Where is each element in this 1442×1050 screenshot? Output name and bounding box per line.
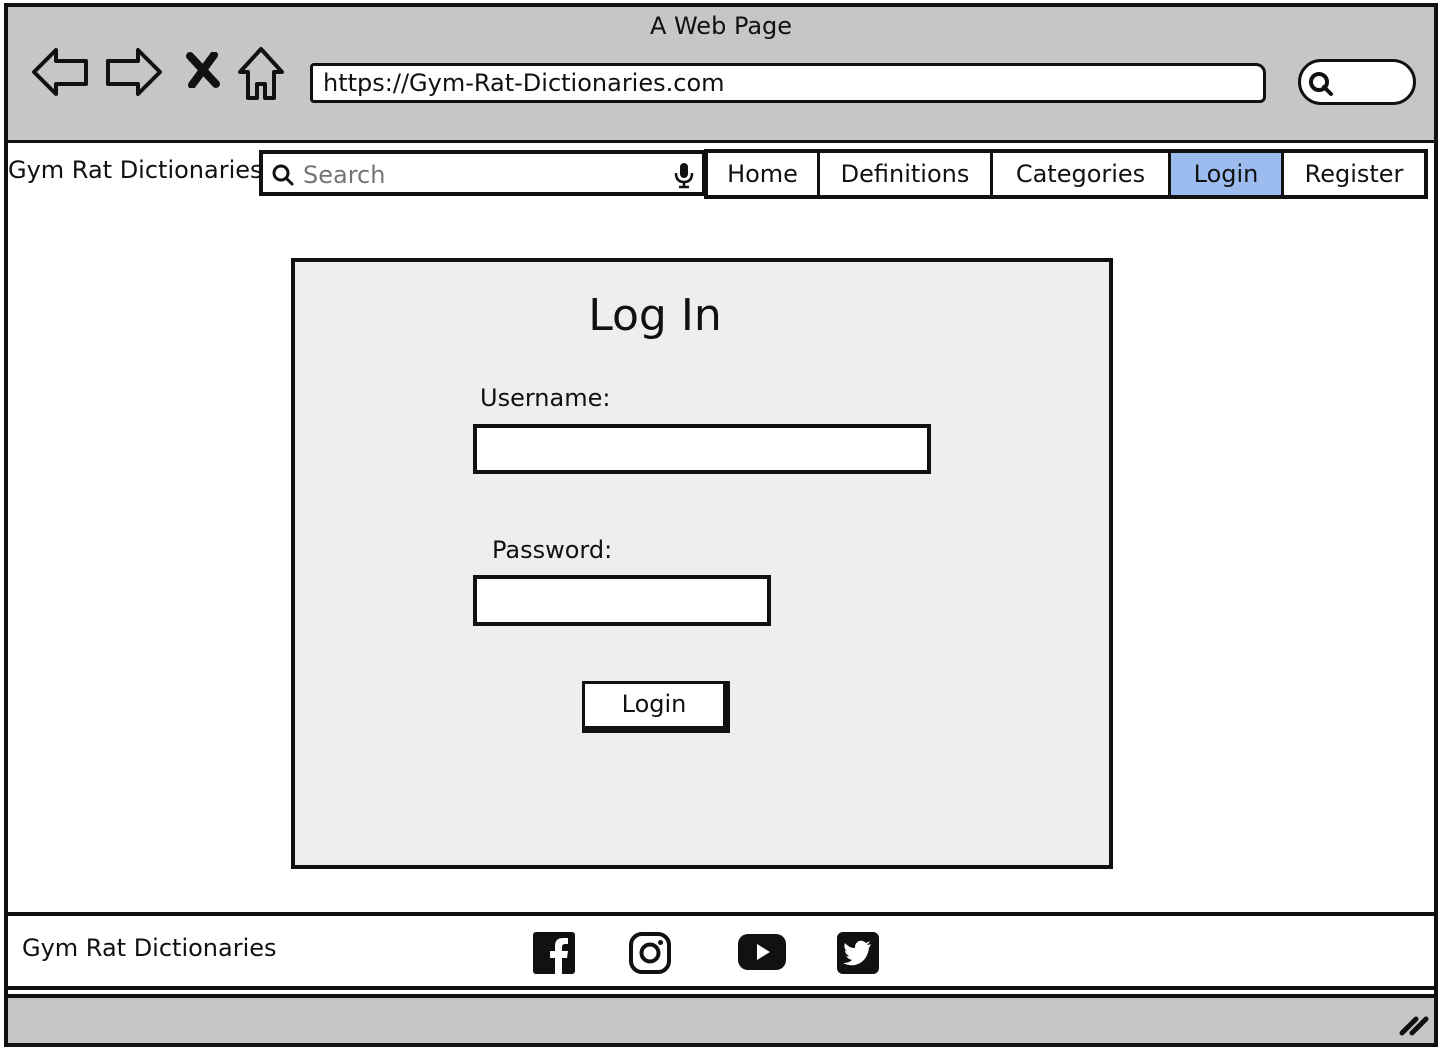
nav-home[interactable]: Home: [708, 153, 820, 195]
instagram-icon[interactable]: [628, 931, 672, 975]
microphone-icon[interactable]: [673, 161, 695, 189]
youtube-icon[interactable]: [737, 933, 787, 971]
site-search-box[interactable]: [259, 150, 706, 196]
browser-status-bar: [8, 994, 1434, 1043]
facebook-icon[interactable]: [532, 931, 576, 975]
login-panel: [291, 258, 1113, 869]
footer-brand: Gym Rat Dictionaries: [22, 934, 277, 962]
close-x-icon[interactable]: [186, 52, 220, 88]
forward-arrow-icon[interactable]: [104, 44, 164, 100]
address-bar[interactable]: https://Gym-Rat-Dictionaries.com: [310, 63, 1266, 103]
nav-login[interactable]: Login: [1171, 153, 1284, 195]
username-field[interactable]: [473, 424, 931, 474]
login-button[interactable]: Login: [582, 681, 730, 733]
username-label: Username:: [480, 384, 611, 412]
home-icon[interactable]: [236, 44, 286, 102]
site-brand[interactable]: Gym Rat Dictionaries: [8, 156, 263, 184]
search-icon: [272, 164, 294, 186]
twitter-icon[interactable]: [836, 931, 880, 975]
password-label: Password:: [492, 536, 613, 564]
resize-grip-icon[interactable]: [1398, 1013, 1430, 1037]
main-navigation: Home Definitions Categories Login Regist…: [704, 149, 1428, 199]
search-input[interactable]: [301, 158, 665, 192]
browser-search-field[interactable]: [1298, 59, 1416, 105]
window-title: A Web Page: [649, 12, 793, 40]
login-title: Log In: [588, 290, 722, 341]
nav-register[interactable]: Register: [1284, 153, 1424, 195]
nav-categories[interactable]: Categories: [993, 153, 1171, 195]
back-arrow-icon[interactable]: [30, 44, 90, 100]
password-field[interactable]: [473, 575, 771, 626]
search-icon: [1309, 72, 1333, 96]
nav-definitions[interactable]: Definitions: [820, 153, 993, 195]
